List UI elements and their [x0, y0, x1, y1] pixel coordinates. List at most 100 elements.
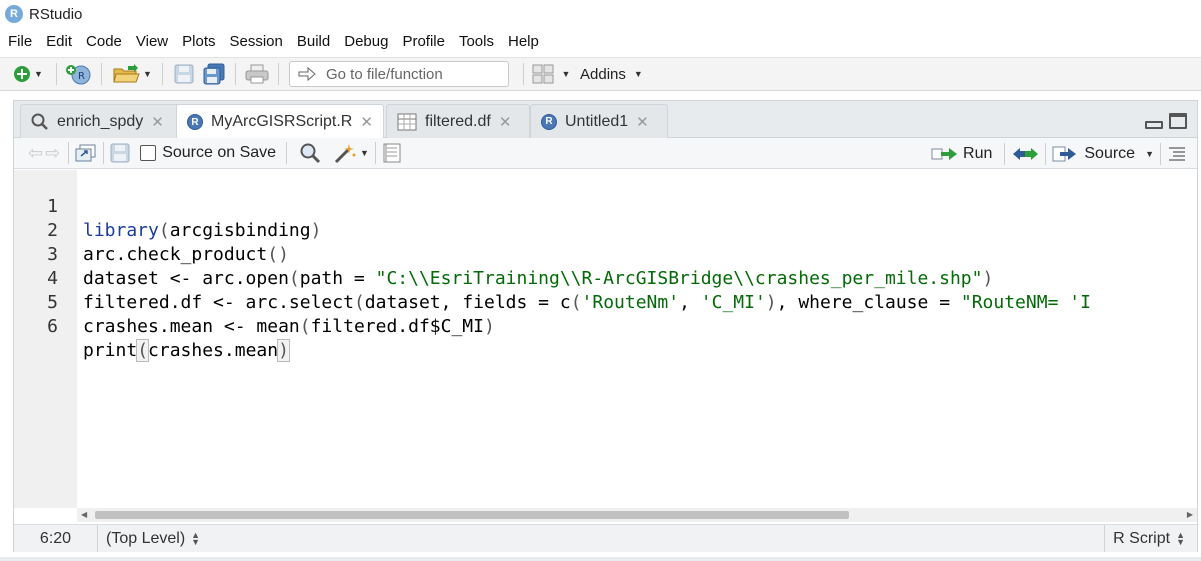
- menu-profile[interactable]: Profile: [397, 33, 450, 50]
- toolbar-divider: [103, 142, 105, 164]
- toolbar-divider: [286, 142, 288, 164]
- compile-report-icon[interactable]: [382, 143, 402, 163]
- print-button[interactable]: [242, 61, 272, 87]
- new-file-button[interactable]: ▼: [6, 61, 50, 87]
- tab-label: filtered.df: [425, 112, 491, 130]
- rerun-button[interactable]: [1011, 146, 1039, 162]
- toolbar-divider: [1045, 142, 1047, 165]
- close-icon[interactable]: ✕: [499, 113, 512, 131]
- r-file-icon: R: [187, 114, 203, 130]
- code-line[interactable]: 3 dataset <- arc.open(path = "C:\\EsriTr…: [14, 219, 1197, 289]
- cursor-position: 6:20: [14, 525, 98, 552]
- source-on-save-checkbox[interactable]: [140, 145, 157, 161]
- toolbar-divider: [374, 142, 376, 164]
- menu-bar: File Edit Code View Plots Session Build …: [0, 29, 1201, 54]
- document-outline-icon[interactable]: [1167, 146, 1187, 162]
- close-icon[interactable]: ✕: [360, 113, 373, 131]
- toolbar-divider: [235, 63, 236, 85]
- go-to-file-placeholder: Go to file/function: [326, 65, 443, 83]
- menu-view[interactable]: View: [131, 33, 173, 50]
- source-label: Source: [1084, 144, 1136, 162]
- code-line[interactable]: 4 filtered.df <- arc.select(dataset, fie…: [14, 243, 1197, 313]
- new-project-button[interactable]: R: [63, 61, 95, 87]
- menu-build[interactable]: Build: [292, 33, 335, 50]
- toolbar-divider: [162, 63, 163, 85]
- code-tools-wand-icon[interactable]: ▼: [333, 142, 369, 164]
- save-all-icon: [203, 63, 225, 85]
- pane-window-controls: [1145, 113, 1187, 129]
- close-icon[interactable]: ✕: [151, 113, 164, 131]
- code-line[interactable]: 1 library(arcgisbinding): [14, 171, 1197, 241]
- toolbar-divider: [523, 63, 524, 85]
- tab-label: MyArcGISRScript.R: [211, 113, 353, 130]
- tab-myarcgisrscript[interactable]: R MyArcGISRScript.R ✕: [176, 104, 384, 139]
- toolbar-divider: [1004, 142, 1006, 165]
- minimize-pane-icon[interactable]: [1145, 121, 1163, 129]
- code-line[interactable]: 2 arc.check_product(): [14, 195, 1197, 265]
- pane-layout-button[interactable]: ▼: [530, 61, 572, 87]
- scrollbar-thumb[interactable]: [95, 511, 849, 519]
- source-button[interactable]: Source ▼: [1052, 145, 1154, 163]
- save-all-button[interactable]: [199, 61, 229, 87]
- scope-label: (Top Level): [106, 529, 186, 547]
- new-file-icon: [14, 66, 31, 82]
- toolbar-divider: [68, 142, 70, 164]
- save-icon[interactable]: [110, 143, 130, 163]
- scope-selector[interactable]: (Top Level) ▲ ▼: [98, 530, 200, 548]
- run-button[interactable]: Run: [931, 145, 992, 163]
- horizontal-scrollbar[interactable]: ◀ ▶: [77, 508, 1197, 522]
- search-icon[interactable]: [299, 142, 321, 164]
- menu-debug[interactable]: Debug: [339, 33, 393, 50]
- save-button[interactable]: [169, 61, 199, 87]
- editor-tab-strip: enrich_spdy ✕ R MyArcGISRScript.R ✕ filt…: [14, 101, 1197, 139]
- go-to-file-input[interactable]: Go to file/function: [289, 61, 509, 87]
- scroll-right-icon[interactable]: ▶: [1187, 508, 1193, 522]
- chevron-down-icon: ▼: [1145, 148, 1154, 159]
- search-icon: [31, 113, 49, 131]
- menu-file[interactable]: File: [3, 33, 37, 50]
- menu-tools[interactable]: Tools: [454, 33, 499, 50]
- code-line[interactable]: 5 crashes.mean <- mean(filtered.df$C_MI): [14, 267, 1197, 337]
- open-file-button[interactable]: ▼: [108, 61, 156, 87]
- toolbar-divider: [1160, 142, 1161, 165]
- svg-text:R: R: [78, 71, 85, 82]
- table-icon: [397, 113, 417, 131]
- source-on-save-label: Source on Save: [162, 144, 277, 161]
- save-icon: [174, 64, 194, 84]
- forward-arrow-icon[interactable]: ⇨: [45, 143, 60, 164]
- file-type-selector[interactable]: R Script ▲ ▼: [1104, 525, 1197, 552]
- window-title: RStudio: [29, 5, 83, 23]
- code-line[interactable]: 6 print(crashes.mean): [14, 291, 1197, 362]
- run-label: Run: [963, 144, 993, 162]
- addins-button[interactable]: Addins ▼: [572, 61, 643, 87]
- tab-label: enrich_spdy: [57, 112, 144, 130]
- menu-session[interactable]: Session: [225, 33, 288, 50]
- menu-plots[interactable]: Plots: [177, 33, 220, 50]
- toolbar-divider: [101, 63, 102, 85]
- close-icon[interactable]: ✕: [636, 113, 649, 131]
- grid-layout-icon: [532, 64, 554, 84]
- scroll-left-icon[interactable]: ◀: [81, 508, 87, 522]
- editor-status-bar: 6:20 (Top Level) ▲ ▼ R Script ▲ ▼: [14, 524, 1197, 552]
- file-type-label: R Script: [1113, 529, 1171, 547]
- tab-untitled1[interactable]: R Untitled1 ✕: [530, 104, 668, 138]
- editor-toolbar: ⇦ ⇨ Source on Save ▼ Run Source ▼: [14, 138, 1197, 169]
- show-in-new-window-icon[interactable]: [75, 144, 97, 162]
- chevron-down-icon: ▼: [561, 69, 571, 79]
- menu-edit[interactable]: Edit: [41, 33, 77, 50]
- tab-label: Untitled1: [565, 112, 629, 130]
- back-arrow-icon[interactable]: ⇦: [28, 143, 43, 164]
- main-toolbar: ▼ R ▼ Go to file/function ▼ Addins ▼: [0, 57, 1201, 91]
- menu-help[interactable]: Help: [503, 33, 544, 50]
- menu-code[interactable]: Code: [81, 33, 127, 50]
- code-text: crashes.mean <- mean(filtered.df$C_MI): [83, 316, 495, 337]
- tab-enrich-spdy[interactable]: enrich_spdy ✕: [20, 104, 180, 138]
- source-arrow-icon: [1052, 146, 1077, 161]
- r-file-icon: R: [541, 113, 557, 130]
- tab-filtered-df[interactable]: filtered.df ✕: [386, 104, 530, 138]
- code-editor[interactable]: 1 library(arcgisbinding) 2 arc.check_pro…: [14, 170, 1197, 508]
- maximize-pane-icon[interactable]: [1169, 113, 1187, 129]
- source-editor-pane: enrich_spdy ✕ R MyArcGISRScript.R ✕ filt…: [13, 100, 1198, 552]
- addins-label: Addins: [580, 65, 626, 83]
- chevron-down-icon: ▼: [143, 69, 152, 79]
